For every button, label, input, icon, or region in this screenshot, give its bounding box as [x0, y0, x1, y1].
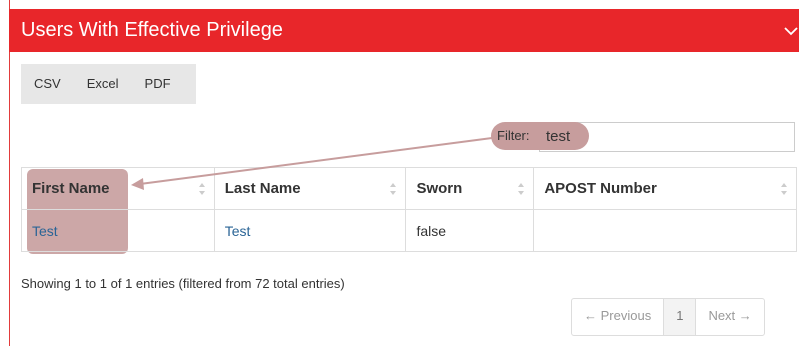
excel-button[interactable]: Excel — [74, 64, 132, 104]
previous-button[interactable]: ← Previous — [572, 299, 665, 335]
sort-icon — [781, 183, 787, 195]
csv-button[interactable]: CSV — [21, 64, 74, 104]
users-table: First Name Last Name Sworn APOST Number — [21, 167, 797, 252]
sort-icon — [518, 183, 525, 195]
cell-sworn: false — [405, 209, 535, 252]
column-header-apost-number[interactable]: APOST Number — [533, 167, 797, 210]
filter-value: test — [546, 128, 571, 145]
column-header-first-name[interactable]: First Name — [21, 167, 215, 210]
panel-title: Users With Effective Privilege — [21, 19, 283, 41]
cell-first-name[interactable]: Test — [21, 209, 215, 252]
page-1-button[interactable]: 1 — [664, 299, 697, 335]
sort-icon — [390, 183, 397, 195]
table-info: Showing 1 to 1 of 1 entries (filtered fr… — [21, 276, 345, 291]
chevron-down-icon[interactable] — [783, 23, 799, 39]
panel-header[interactable]: Users With Effective Privilege — [9, 9, 799, 52]
column-header-sworn[interactable]: Sworn — [405, 167, 535, 210]
table-header-row: First Name Last Name Sworn APOST Number — [21, 167, 797, 210]
filter-group: Filter: test — [491, 122, 797, 152]
table-row: Test Test false — [21, 209, 797, 252]
column-header-last-name[interactable]: Last Name — [213, 167, 407, 210]
pagination: ← Previous 1 Next → — [571, 298, 765, 336]
sort-icon — [198, 183, 205, 195]
export-toolbar: CSV Excel PDF — [21, 64, 196, 104]
next-button[interactable]: Next → — [696, 299, 763, 335]
cell-last-name[interactable]: Test — [213, 209, 407, 252]
filter-label: Filter: — [491, 122, 541, 150]
pdf-button[interactable]: PDF — [132, 64, 184, 104]
cell-apost-number — [533, 209, 797, 252]
